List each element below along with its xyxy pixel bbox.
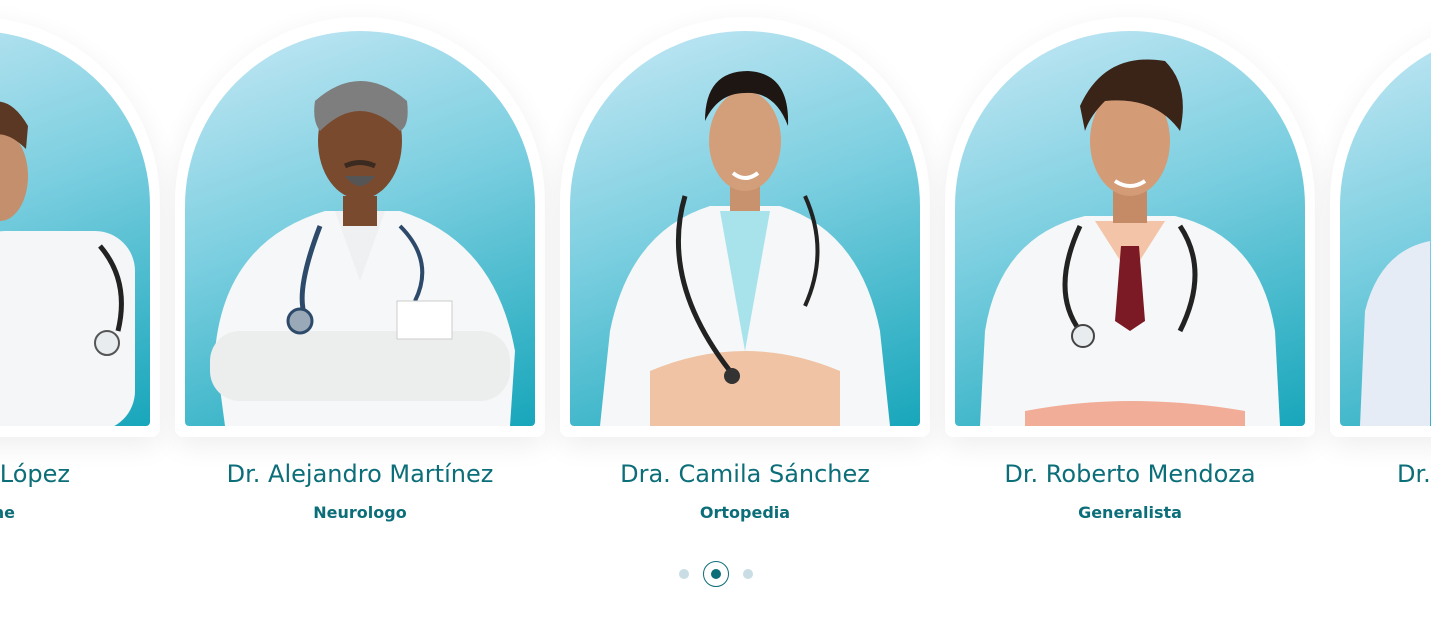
doctor-photo (570, 31, 920, 426)
doctor-name: Dr. (1397, 460, 1431, 488)
doctor-photo-frame (945, 17, 1315, 437)
doctor-specialty: Generalista (1078, 503, 1182, 522)
doctor-name: Dr. Alejandro Martínez (226, 460, 494, 488)
doctor-card[interactable]: Dr. Alejandro Martínez Neurologo (175, 17, 545, 537)
doctor-photo-frame (1330, 17, 1431, 437)
doctor-specialty: Ortopedia (699, 503, 791, 522)
doctor-card[interactable]: Dr. Roberto Mendoza Generalista (945, 17, 1315, 537)
doctor-photo (1340, 31, 1431, 426)
doctor-specialty: Neurologo (313, 503, 407, 522)
doctor-photo (955, 31, 1305, 426)
doctor-card[interactable]: Dr. (1330, 17, 1431, 537)
doctor-specialty: ne (0, 503, 15, 522)
doctor-photo-frame (560, 17, 930, 437)
doctor-photo (0, 31, 150, 426)
carousel-track: López ne (0, 0, 1431, 540)
doctor-card[interactable]: López ne (0, 17, 160, 537)
pagination-dot[interactable] (678, 569, 689, 579)
pagination-dot[interactable] (742, 569, 753, 579)
doctor-photo-frame (0, 17, 160, 437)
doctor-name: López (0, 460, 70, 488)
doctor-photo-frame (175, 17, 545, 437)
doctor-photo (185, 31, 535, 426)
doctor-name: Dr. Roberto Mendoza (1004, 460, 1256, 488)
carousel-pagination (0, 560, 1431, 588)
doctor-name: Dra. Camila Sánchez (620, 460, 870, 488)
doctor-card[interactable]: Dra. Camila Sánchez Ortopedia (560, 17, 930, 537)
pagination-dot-active[interactable] (702, 561, 729, 587)
doctors-carousel: López ne (0, 0, 1431, 644)
